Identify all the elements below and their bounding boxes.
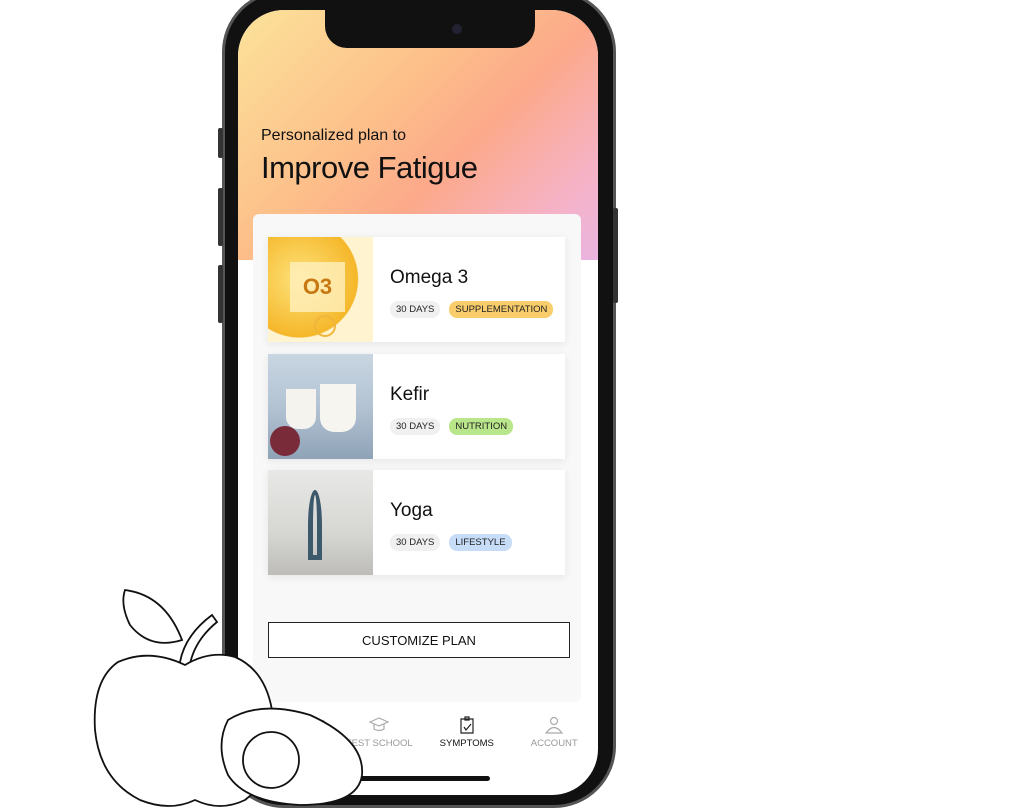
apple-avocado-illustration — [93, 589, 363, 807]
